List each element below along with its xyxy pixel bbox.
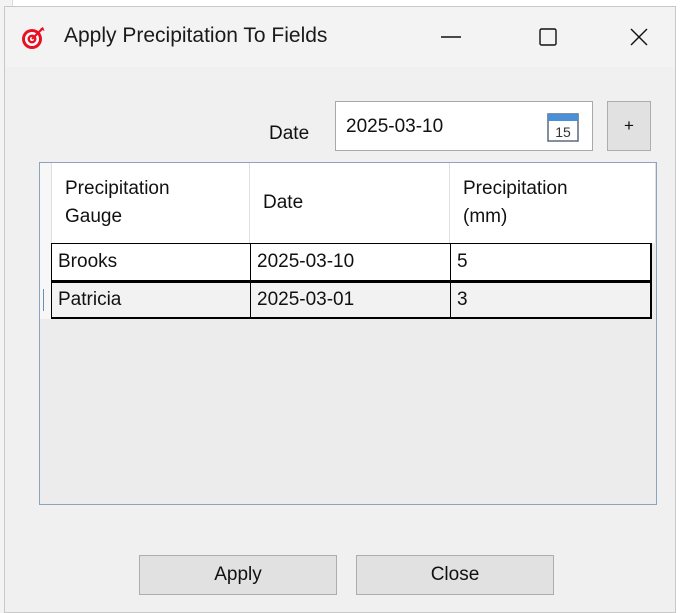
date-value[interactable]: 2025-03-10	[346, 116, 443, 138]
maximize-icon	[539, 28, 557, 46]
column-header-precipitation-line1: Precipitation	[463, 178, 568, 199]
column-header-gauge-line2: Gauge	[65, 206, 123, 227]
date-picker[interactable]: 2025-03-10 15	[335, 101, 593, 151]
column-header-precipitation[interactable]: Precipitation (mm)	[450, 163, 656, 243]
cell-gauge[interactable]: Patricia	[51, 281, 251, 319]
maximize-button[interactable]	[518, 7, 578, 67]
column-header-date-label: Date	[263, 192, 304, 213]
row-header[interactable]	[40, 281, 51, 319]
cell-date[interactable]: 2025-03-01	[250, 281, 451, 319]
date-label: Date	[269, 123, 310, 144]
column-header-date[interactable]: Date	[250, 163, 450, 243]
column-header-gauge-line1: Precipitation	[65, 178, 170, 199]
row-header[interactable]	[40, 243, 51, 281]
table-row[interactable]: Brooks 2025-03-10 5	[40, 243, 656, 281]
cell-precipitation[interactable]: 5	[450, 243, 652, 281]
add-button[interactable]: +	[607, 101, 651, 151]
target-icon	[22, 27, 45, 49]
column-header-precipitation-line2: (mm)	[463, 206, 508, 227]
column-header-gauge[interactable]: Precipitation Gauge	[52, 163, 250, 243]
cell-gauge[interactable]: Brooks	[51, 243, 251, 281]
cell-date[interactable]: 2025-03-10	[250, 243, 451, 281]
calendar-icon[interactable]: 15	[546, 111, 580, 143]
cell-precipitation[interactable]: 3	[450, 281, 652, 319]
apply-button[interactable]: Apply	[139, 555, 337, 595]
close-icon	[630, 28, 648, 46]
close-button[interactable]: Close	[356, 555, 554, 595]
window-title: Apply Precipitation To Fields	[64, 24, 328, 47]
grid-header: Precipitation Gauge Date Precipitation (…	[40, 163, 656, 243]
table-row[interactable]: Patricia 2025-03-01 3	[40, 281, 656, 319]
svg-text:15: 15	[555, 124, 571, 140]
precipitation-grid[interactable]: Precipitation Gauge Date Precipitation (…	[39, 162, 657, 505]
dialog-window: Apply Precipitation To Fields Date 2025-…	[4, 6, 676, 613]
grid-corner[interactable]	[40, 163, 52, 243]
minimize-button[interactable]	[421, 7, 481, 67]
title-bar[interactable]: Apply Precipitation To Fields	[5, 7, 675, 67]
minimize-icon	[441, 36, 461, 38]
close-window-button[interactable]	[609, 7, 669, 67]
